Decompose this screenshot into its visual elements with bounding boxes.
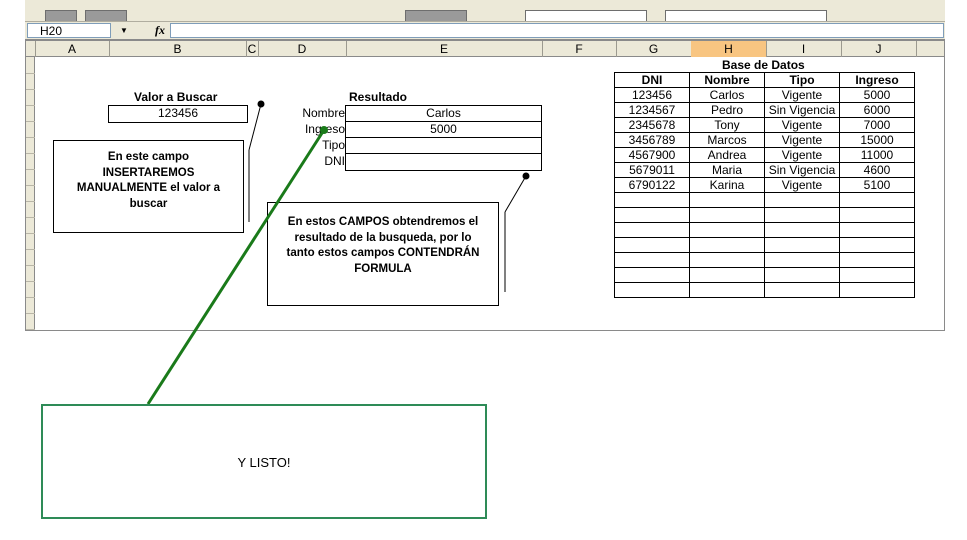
callout-box: Y LISTO! [41,404,487,519]
note-connector-line [248,103,262,151]
callout-text: Y LISTO! [237,455,291,470]
note-connector-line [504,175,527,213]
connector-dot [522,172,530,180]
callout-pointer-line [146,129,326,405]
callout-pointer-dot [320,126,328,134]
connector-dot [257,100,265,108]
